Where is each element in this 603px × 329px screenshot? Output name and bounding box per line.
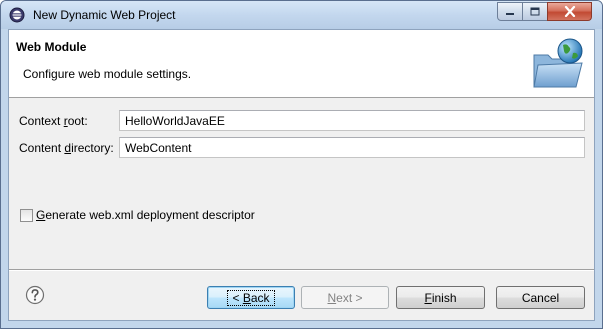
- wizard-window: New Dynamic Web Project Web Module Confi…: [0, 0, 603, 329]
- back-button-label: < Back: [227, 289, 275, 306]
- cancel-button-label: Cancel: [521, 290, 560, 305]
- generate-web-xml-checkbox[interactable]: [20, 208, 33, 222]
- dialog-content: Web Module Configure web module settings…: [8, 29, 595, 321]
- eclipse-icon: [9, 7, 25, 23]
- help-icon[interactable]: [25, 285, 45, 305]
- close-button[interactable]: [547, 2, 592, 21]
- generate-web-xml-option[interactable]: Generate web.xml deployment descriptor: [20, 208, 255, 222]
- folder-globe-icon: [533, 38, 583, 88]
- finish-button[interactable]: Finish: [396, 286, 485, 309]
- button-bar: < Back Next > Finish Cancel: [9, 271, 594, 320]
- close-icon: [564, 6, 575, 17]
- page-title: Web Module: [16, 40, 87, 54]
- next-button-label: Next >: [327, 290, 363, 305]
- back-button[interactable]: < Back: [207, 286, 295, 309]
- cancel-button[interactable]: Cancel: [496, 286, 585, 309]
- wizard-banner: Web Module Configure web module settings…: [9, 30, 594, 98]
- content-directory-input[interactable]: [119, 137, 585, 158]
- maximize-button[interactable]: [522, 2, 548, 21]
- context-root-label: Context root:: [19, 114, 88, 128]
- title-bar[interactable]: New Dynamic Web Project: [1, 1, 602, 29]
- minimize-button[interactable]: [497, 2, 523, 21]
- next-button[interactable]: Next >: [301, 286, 389, 309]
- generate-web-xml-label: Generate web.xml deployment descriptor: [36, 208, 255, 222]
- finish-button-label: Finish: [424, 290, 457, 305]
- form-area: Context root: Content directory: Generat…: [9, 98, 594, 269]
- context-root-input[interactable]: [119, 110, 585, 131]
- window-title: New Dynamic Web Project: [33, 8, 176, 22]
- content-directory-label: Content directory:: [19, 141, 114, 155]
- minimize-icon: [506, 12, 514, 15]
- page-description: Configure web module settings.: [23, 67, 192, 81]
- maximize-icon: [530, 7, 540, 16]
